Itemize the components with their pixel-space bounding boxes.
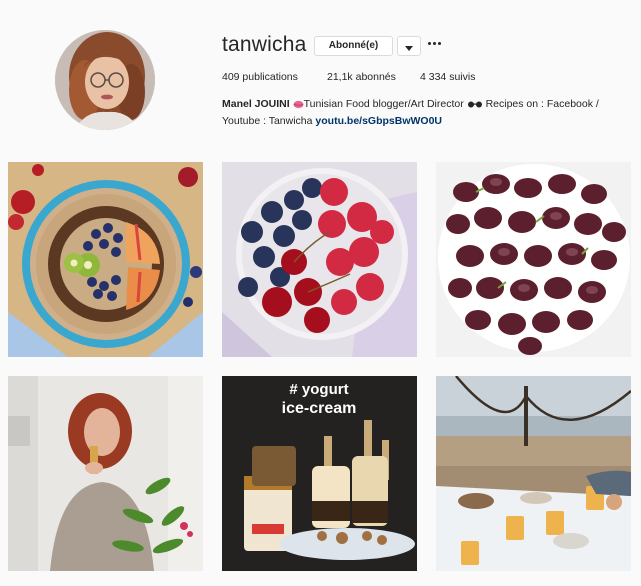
profile-avatar[interactable]	[55, 30, 155, 130]
post-subtitle: ice-cream	[282, 400, 357, 417]
post-mirror-selfie[interactable]	[8, 376, 203, 571]
lips-icon	[293, 100, 304, 108]
post-title: # yogurt	[289, 381, 348, 398]
followers-count[interactable]: 21,1k abonnés	[327, 71, 396, 83]
post-yogurt-ice-cream[interactable]: # yogurt ice-cream	[222, 376, 417, 571]
post-beach-breakfast[interactable]	[436, 376, 631, 571]
profile-full-name: Manel JOUINI	[222, 98, 290, 110]
glasses-icon	[467, 101, 482, 108]
post-berries-bowl[interactable]	[222, 162, 417, 357]
following-count[interactable]: 4 334 suivis	[420, 71, 475, 83]
profile-bio: Manel JOUINI Tunisian Food blogger/Art D…	[222, 96, 617, 130]
profile-username: tanwicha	[222, 33, 307, 56]
chevron-down-icon	[405, 46, 413, 51]
suggestions-dropdown-button[interactable]	[397, 36, 421, 56]
post-mulberries-bowl[interactable]	[436, 162, 631, 357]
bio-text-part1: Tunisian Food blogger/Art Director	[303, 98, 464, 110]
bio-link[interactable]: youtu.be/sGbpsBwWO0U	[315, 115, 442, 127]
posts-count: 409 publications	[222, 71, 298, 83]
ellipsis-icon[interactable]	[428, 38, 442, 48]
following-button[interactable]: Abonné(e)	[314, 36, 393, 56]
post-oatmeal-bowl[interactable]	[8, 162, 203, 357]
